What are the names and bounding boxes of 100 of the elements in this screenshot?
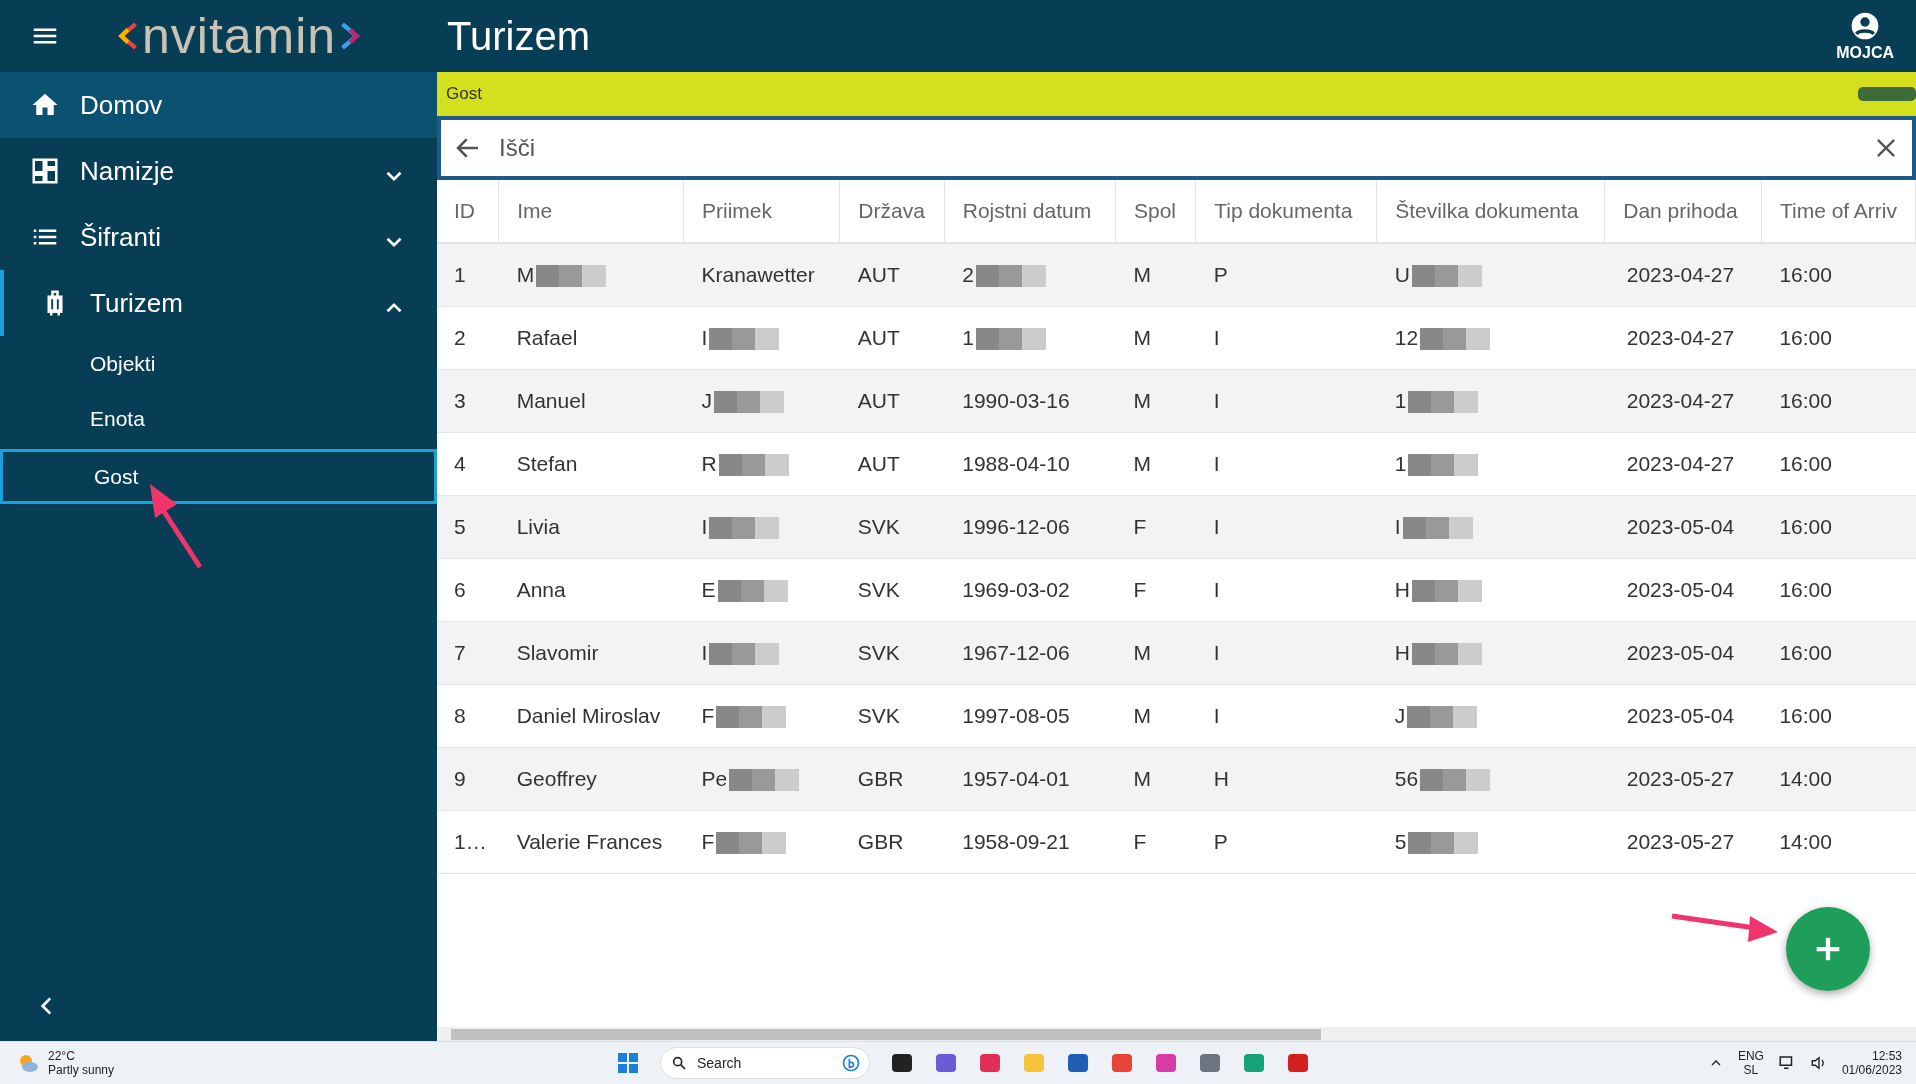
table-cell: Geoffrey: [516, 767, 597, 791]
table-cell: 1997-08-05: [962, 704, 1070, 728]
table-cell: J: [1394, 704, 1406, 728]
table-cell: 16:00: [1779, 641, 1832, 665]
table-cell: 2023-04-27: [1626, 389, 1735, 413]
table-cell: 5: [1394, 830, 1407, 854]
table-cell: 9: [454, 767, 466, 791]
table-cell: 1958-09-21: [962, 830, 1070, 854]
table-cell: 14:00: [1779, 767, 1832, 791]
table-cell: 1988-04-10: [962, 452, 1070, 476]
table-cell: M: [1133, 389, 1151, 413]
table-cell: H: [1394, 578, 1410, 602]
table-cell: 1990-03-16: [962, 389, 1070, 413]
table-cell: GBR: [857, 767, 904, 791]
clock-date[interactable]: 01/06/2023: [1841, 1063, 1902, 1077]
table-cell: 12: [1394, 326, 1419, 350]
table-cell: P: [1213, 263, 1228, 287]
table-cell: 1: [1394, 389, 1407, 413]
table-cell: 2: [962, 263, 974, 287]
table-cell: 56: [1394, 767, 1419, 791]
add-button[interactable]: [1786, 907, 1870, 991]
table-cell: 2023-04-27: [1626, 452, 1735, 476]
table-cell: AUT: [857, 263, 900, 287]
table-cell: Pe: [701, 767, 728, 791]
search-input[interactable]: Išči: [497, 133, 1858, 163]
start-icon[interactable]: [616, 1051, 640, 1075]
table-cell: Stefan: [516, 452, 578, 476]
table-cell: 2023-04-27: [1626, 326, 1735, 350]
table-cell: F: [701, 830, 715, 854]
table-cell: 4: [454, 452, 466, 476]
temperature: 22°C: [48, 1049, 76, 1063]
table-cell: SVK: [857, 704, 900, 728]
table-cell: 3: [454, 389, 466, 413]
table-cell: F: [701, 704, 715, 728]
table-cell: H: [1213, 767, 1229, 791]
table-cell: M: [1133, 767, 1151, 791]
search-field[interactable]: Išči: [437, 116, 1916, 180]
table-cell: M: [1133, 704, 1151, 728]
table-cell: SVK: [857, 515, 900, 539]
table-cell: 5: [454, 515, 466, 539]
table-cell: 2023-05-04: [1626, 641, 1735, 665]
table-cell: SVK: [857, 578, 900, 602]
nav-item[interactable]: Namizje: [0, 138, 437, 204]
browser-icon[interactable]: [1110, 1051, 1134, 1075]
app-icon[interactable]: [978, 1051, 1002, 1075]
weather-widget[interactable]: 22°C Partly sunny: [0, 1049, 616, 1077]
table-cell: 2023-05-27: [1626, 767, 1735, 791]
app-icon[interactable]: [1242, 1051, 1266, 1075]
pdf-icon[interactable]: [1286, 1051, 1310, 1075]
table-cell: 1969-03-02: [962, 578, 1070, 602]
table-cell: I: [1213, 578, 1220, 602]
table-cell: M: [1133, 326, 1151, 350]
table-cell: F: [1133, 830, 1147, 854]
table-cell: AUT: [857, 389, 900, 413]
table-cell: Slavomir: [516, 641, 599, 665]
table-cell: 2023-05-04: [1626, 578, 1735, 602]
user-account[interactable]: MOJCA: [1836, 10, 1916, 62]
clock-time[interactable]: 12:53: [1871, 1049, 1902, 1063]
breadcrumb: Gost: [446, 84, 482, 104]
table-cell: 1: [1394, 452, 1407, 476]
table-cell: 2023-05-04: [1626, 515, 1735, 539]
nav-subitem[interactable]: Enota: [0, 391, 437, 446]
table-cell: Manuel: [516, 389, 586, 413]
taskbar-search[interactable]: Search: [660, 1047, 870, 1079]
table-cell: I: [701, 326, 708, 350]
table-cell: 16:00: [1779, 326, 1832, 350]
table-cell: I: [1213, 704, 1220, 728]
table-cell: 2: [454, 326, 466, 350]
table-cell: E: [701, 578, 716, 602]
weather-text: Partly sunny: [48, 1063, 115, 1077]
horizontal-scrollbar[interactable]: [437, 1027, 1916, 1041]
table-cell: M: [1133, 263, 1151, 287]
table-cell: 1967-12-06: [962, 641, 1070, 665]
nav-item[interactable]: Domov: [0, 72, 437, 138]
table-cell: I: [1213, 452, 1220, 476]
app-icon[interactable]: [1154, 1051, 1178, 1075]
language-indicator[interactable]: ENG: [1737, 1049, 1764, 1063]
table-cell: 16:00: [1779, 452, 1832, 476]
table-cell: I: [701, 515, 708, 539]
table-cell: 16:00: [1779, 515, 1832, 539]
table-cell: 1: [962, 326, 974, 350]
table-cell: 1: [454, 263, 466, 287]
store-icon[interactable]: [1066, 1051, 1090, 1075]
table-cell: I: [701, 641, 708, 665]
table-cell: Kranawetter: [701, 263, 815, 287]
nav-item[interactable]: Šifranti: [0, 204, 437, 270]
table-cell: 2023-05-04: [1626, 704, 1735, 728]
video-icon[interactable]: [934, 1051, 958, 1075]
nav-subitem[interactable]: Gost: [0, 449, 437, 504]
language-indicator[interactable]: SL: [1743, 1063, 1759, 1077]
table-cell: M: [1133, 641, 1151, 665]
table-cell: I: [1213, 515, 1220, 539]
table-cell: 1957-04-01: [962, 767, 1070, 791]
table-cell: 16:00: [1779, 704, 1832, 728]
window-icon[interactable]: [890, 1051, 914, 1075]
table-cell: M: [516, 263, 535, 287]
calculator-icon[interactable]: [1198, 1051, 1222, 1075]
nav-subitem[interactable]: Objekti: [0, 336, 437, 391]
table-cell: 8: [454, 704, 466, 728]
table-cell: SVK: [857, 641, 900, 665]
